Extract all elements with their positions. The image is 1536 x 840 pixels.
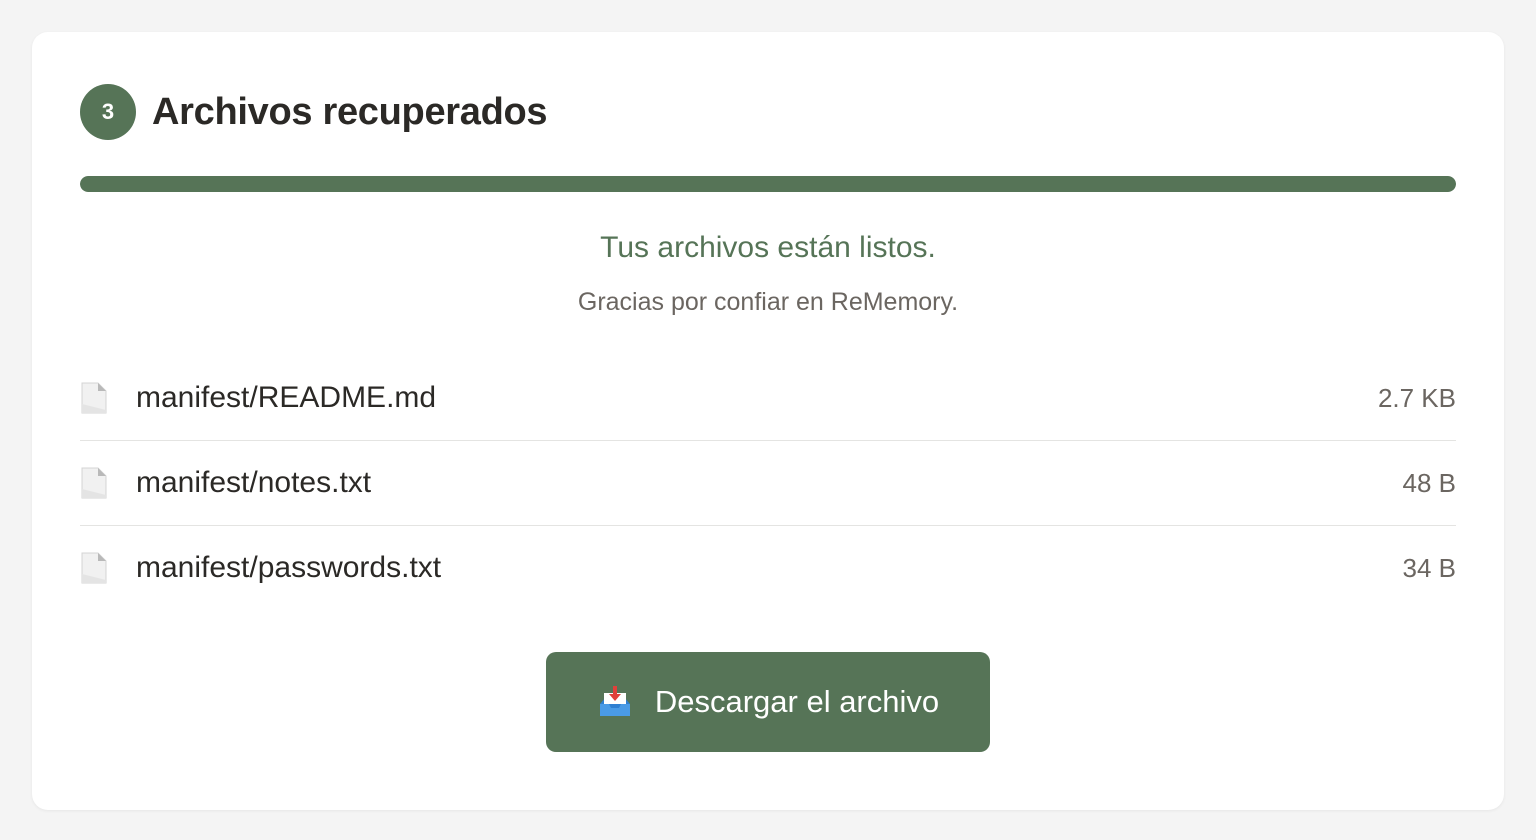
download-button-label: Descargar el archivo <box>654 684 940 719</box>
file-icon <box>80 382 108 414</box>
step-header: 3 Archivos recuperados <box>80 84 1456 140</box>
page-title: Archivos recuperados <box>152 90 548 133</box>
file-icon <box>80 552 108 584</box>
step-number-badge: 3 <box>80 84 136 140</box>
file-name: manifest/passwords.txt <box>136 551 442 584</box>
status-message: Tus archivos están listos. <box>600 231 936 264</box>
file-size: 2.7 KB <box>1377 382 1456 413</box>
file-size: 48 B <box>1402 467 1457 498</box>
file-list: manifest/README.md 2.7 KB manifest/notes… <box>80 356 1456 610</box>
inbox-download-icon <box>597 684 633 720</box>
file-name: manifest/README.md <box>136 381 437 414</box>
file-row: manifest/README.md 2.7 KB <box>80 356 1456 441</box>
file-icon <box>80 467 108 499</box>
download-button[interactable]: Descargar el archivo <box>546 652 990 752</box>
download-container: Descargar el archivo <box>80 652 1456 752</box>
progress-bar-fill <box>80 176 1456 192</box>
file-size: 34 B <box>1402 552 1457 583</box>
thanks-message: Gracias por confiar en ReMemory. <box>577 288 959 316</box>
file-row: manifest/passwords.txt 34 B <box>80 526 1456 610</box>
progress-bar <box>80 176 1456 192</box>
recovery-card: 3 Archivos recuperados Tus archivos está… <box>32 32 1504 810</box>
file-name: manifest/notes.txt <box>136 466 372 499</box>
file-row: manifest/notes.txt 48 B <box>80 441 1456 526</box>
